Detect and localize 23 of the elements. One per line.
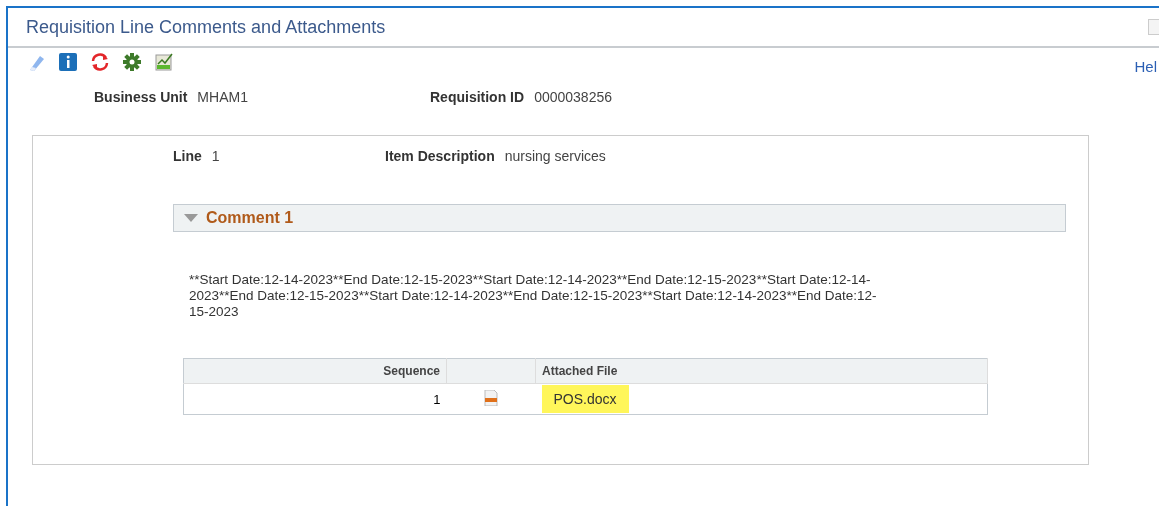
- comment-title: Comment 1: [206, 209, 294, 227]
- field-value: 0000038256: [534, 89, 612, 105]
- refresh-icon[interactable]: [90, 52, 110, 72]
- field-label: Item Description: [385, 148, 495, 164]
- field-value: nursing services: [504, 148, 606, 164]
- settings-icon[interactable]: [122, 52, 142, 72]
- comment-header[interactable]: Comment 1: [173, 204, 1066, 232]
- field-value: 1: [211, 148, 220, 164]
- help-link[interactable]: Hel: [1134, 58, 1157, 75]
- field-label: Requisition ID: [430, 89, 525, 105]
- table-cell: 1: [183, 383, 447, 415]
- chart-icon[interactable]: [154, 52, 174, 72]
- collapse-triangle-icon[interactable]: [184, 213, 198, 223]
- field-label: Business Unit: [94, 89, 188, 105]
- field-value: MHAM1: [197, 89, 248, 105]
- window-title: Requisition Line Comments and Attachments: [26, 16, 386, 38]
- file-link[interactable]: POS.docx: [541, 385, 629, 413]
- column-header: Attached File: [535, 358, 988, 384]
- info-icon[interactable]: [58, 52, 78, 72]
- column-header: Sequence: [183, 358, 447, 384]
- field-label: Line: [173, 148, 202, 164]
- comment-text: **Start Date:12-14-2023**End Date:12-15-2023**Start Date:12-14-2023**End Date:12-15-2023**Start Date:12-14-2023**End Date:12-15-2023**Start Date:12-14-2023**End Date:12-15-2023**Start Date:12-14-2023**End Date:12-15-2023: [189, 272, 878, 320]
- document-icon[interactable]: [484, 389, 498, 406]
